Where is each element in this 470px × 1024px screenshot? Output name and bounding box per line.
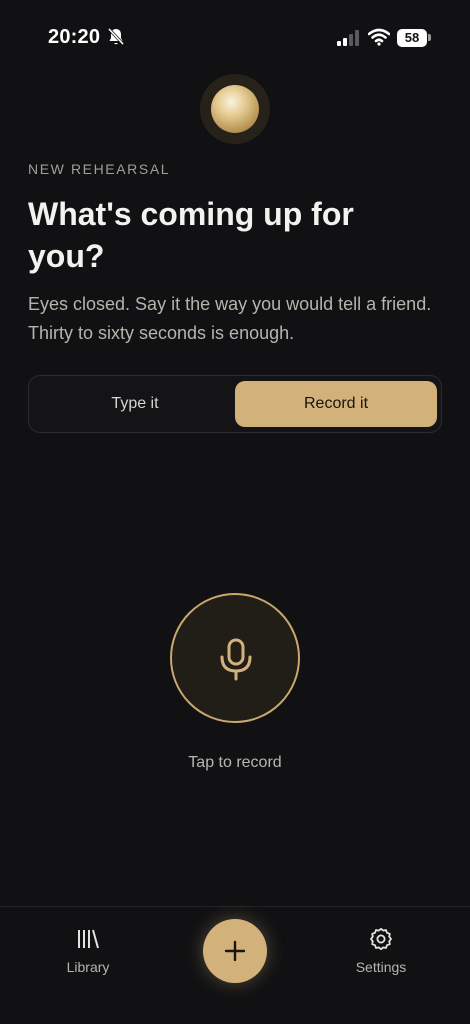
nav-settings-label: Settings [355,959,407,975]
type-it-tab[interactable]: Type it [35,381,235,427]
record-button[interactable] [170,593,300,723]
microphone-icon [220,638,252,681]
library-icon [78,929,99,949]
bell-slash-icon [107,27,125,46]
status-time: 20:20 [48,26,101,48]
nav-library-label: Library [66,959,110,975]
input-mode-toggle: Type it Record it [28,375,442,433]
cellular-signal-icon [337,30,359,46]
battery-icon: 58 [397,29,427,47]
page-title: What's coming up for you? [28,196,354,274]
nav-settings[interactable]: Settings [336,927,426,975]
battery-cap [428,34,431,41]
wifi-icon [368,28,390,46]
record-hint: Tap to record [188,754,282,771]
nav-library[interactable]: Library [43,927,133,975]
gear-icon [370,927,392,951]
record-it-tab[interactable]: Record it [235,381,437,427]
page-subtitle: Eyes closed. Say it the way you would te… [28,294,432,343]
eyebrow-label: NEW REHEARSAL [28,161,171,177]
rehearsal-screen: 20:20 58 NEW REHEARSAL What's coming up … [0,0,470,1024]
new-rehearsal-button[interactable] [203,919,267,983]
status-bar: 20:20 58 [0,0,470,76]
golden-orb-icon [211,85,259,133]
plus-icon [224,940,246,962]
